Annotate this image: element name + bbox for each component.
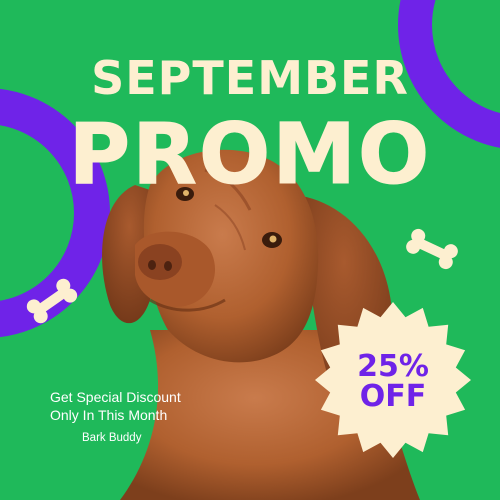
promo-title: PROMO [68, 105, 432, 200]
description-line-2: Only In This Month [50, 407, 168, 423]
discount-off: OFF [359, 379, 427, 414]
promo-poster: SEPTEMBER PROMO 25% OFF Get Special Disc… [0, 0, 500, 500]
description-line-1: Get Special Discount [50, 389, 181, 405]
discount-badge-text: 25% OFF [318, 352, 468, 412]
discount-percent: 25% [357, 349, 429, 384]
description: Get Special Discount Only In This Month [50, 388, 181, 424]
brand-name: Bark Buddy [82, 432, 142, 444]
promo-word: PROMO [69, 105, 432, 200]
